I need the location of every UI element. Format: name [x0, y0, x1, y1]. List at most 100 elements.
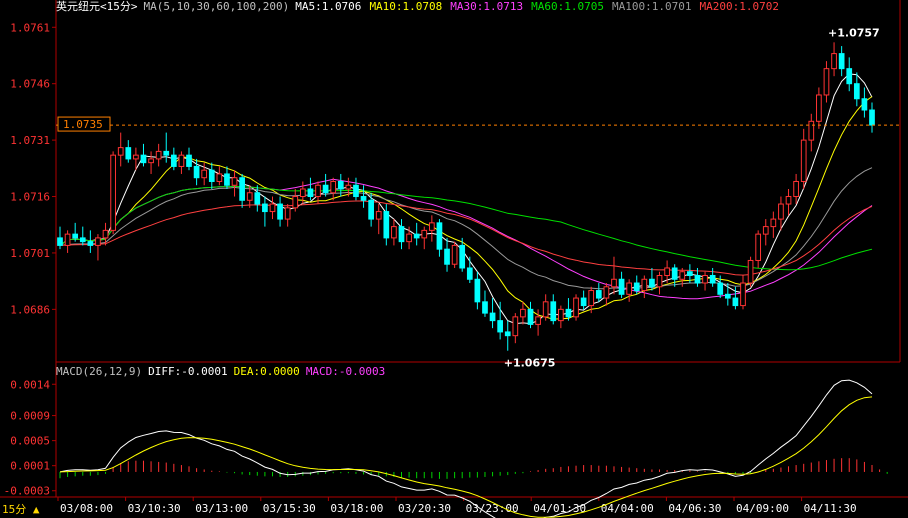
candle-body [831, 53, 837, 70]
candle-body [671, 267, 678, 280]
ma-value-3: MA60:1.0705 [531, 0, 605, 13]
candle-body [375, 211, 382, 220]
timeframe-label: 15分 [2, 503, 27, 516]
candle-body [740, 282, 746, 307]
price-tick-label: 1.0686 [10, 303, 50, 316]
candle-body [208, 169, 215, 182]
candle-body [687, 271, 693, 277]
candle-body [391, 226, 397, 239]
candle-body [520, 308, 526, 318]
candle-body [269, 203, 276, 213]
candle-body [565, 308, 572, 318]
candle-body [724, 293, 731, 299]
time-tick-label: 03/10:30 [128, 502, 181, 515]
candle-body [72, 233, 79, 239]
candle-body [383, 211, 390, 239]
candle-body [140, 154, 147, 164]
candle-body [611, 278, 617, 288]
candle-body [527, 308, 534, 325]
candle-body [785, 196, 792, 205]
candle-body [778, 203, 784, 220]
candle-body [117, 147, 124, 156]
candle-body [193, 165, 200, 179]
candle-body [573, 297, 579, 318]
candle-body [360, 196, 367, 201]
candle-body [793, 180, 799, 198]
candle-body [406, 233, 412, 243]
chart-canvas[interactable]: 1.0761 1.0746 1.0731 1.0716 1.0701 1.0686 0.0… [0, 0, 908, 518]
candle-body [550, 301, 557, 322]
candle-body [489, 312, 496, 322]
candle-body [451, 244, 458, 265]
timeframe-selector[interactable]: 15分 ▲ [0, 501, 50, 518]
candle-body [292, 196, 299, 209]
candle-body [717, 282, 724, 295]
candle-body [64, 233, 71, 246]
ma-value-2: MA30:1.0713 [450, 0, 524, 13]
candle-body [224, 173, 230, 186]
candle-body [626, 282, 633, 295]
candle-body [504, 331, 511, 337]
candle-body [770, 218, 777, 228]
candle-body [459, 244, 466, 269]
triangle-up-icon: ▲ [32, 503, 40, 516]
candle-body [277, 203, 283, 220]
time-tick-label: 03/20:30 [398, 502, 451, 515]
ma-header: 英元纽元<15分> MA(5,10,30,60,100,200) MA5:1.070… [56, 0, 787, 14]
candle-body [618, 278, 625, 295]
candle-body [148, 158, 154, 164]
candle-body [231, 177, 238, 186]
candle-body [337, 180, 344, 190]
candle-body [641, 278, 648, 292]
candle-body [444, 248, 450, 265]
candle-body [649, 278, 655, 288]
candle-body [307, 188, 314, 198]
candle-body [497, 320, 504, 333]
candle-body [869, 109, 875, 126]
candle-body [87, 241, 94, 246]
candle-body [330, 180, 337, 194]
price-annotations: 1.0735 +1.0757 +1.0675 [56, 26, 900, 370]
candle-body [163, 150, 170, 156]
candle-body [823, 68, 830, 96]
candle-body [299, 188, 306, 198]
low-annotation: +1.0675 [504, 357, 556, 370]
candle-body [413, 233, 420, 239]
candle-body [322, 184, 329, 194]
ma-values: MA5:1.0706 MA10:1.0708 MA30:1.0713 MA60:1.0… [295, 0, 787, 13]
candle-body [580, 297, 587, 307]
candle-body [595, 290, 602, 299]
chart-title: 英元纽元<15分> [56, 0, 138, 13]
candle-body [421, 229, 428, 239]
candle-body [808, 120, 815, 141]
candle-body [368, 199, 374, 220]
candle-body [186, 154, 192, 167]
ma-settings: MA(5,10,30,60,100,200) [143, 0, 290, 13]
candle-body [398, 226, 405, 243]
ma-value-1: MA10:1.0708 [369, 0, 443, 13]
time-tick-label: 03/13:00 [195, 502, 248, 515]
time-tick-label: 04/09:00 [736, 502, 789, 515]
macd-axis: 0.0014 0.0009 0.0005 0.0001 -0.0003 [4, 378, 56, 498]
candle-body [535, 316, 541, 325]
macd-tick-label: 0.0009 [10, 410, 50, 423]
macd-tick-label: 0.0001 [10, 460, 50, 473]
candle-body [102, 229, 109, 239]
candle-body [466, 267, 473, 280]
candle-body [679, 271, 686, 280]
candle-body [755, 233, 762, 261]
macd-header: MACD(26,12,9) DIFF:-0.0001 DEA:0.0000 MACD:… [56, 365, 385, 379]
macd-settings: MACD(26,12,9) [56, 365, 143, 378]
candle-body [170, 154, 177, 167]
candle-body [284, 207, 291, 220]
candle-body [702, 275, 708, 284]
candle-body [558, 308, 564, 322]
ma-value-5: MA200:1.0702 [699, 0, 779, 13]
candle-body [656, 275, 663, 288]
macd-value: MACD:-0.0003 [305, 365, 386, 378]
time-tick-label: 03/18:00 [330, 502, 383, 515]
price-tick-label: 1.0746 [10, 78, 50, 91]
candle-body [603, 286, 610, 299]
candle-body [664, 267, 670, 277]
price-tick-label: 1.0761 [10, 21, 50, 34]
